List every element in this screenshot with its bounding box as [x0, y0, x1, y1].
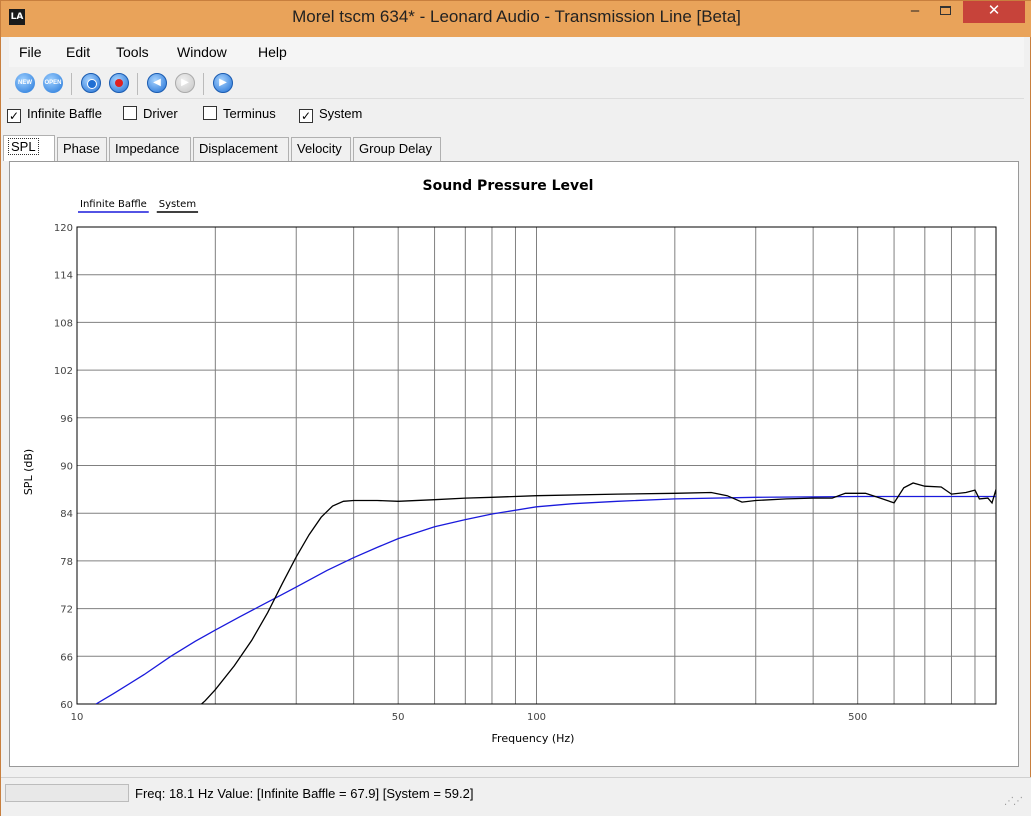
y-tick-label: 60 [60, 700, 73, 711]
x-axis-label: Frequency (Hz) [492, 732, 575, 745]
tab-phase-label: Phase [63, 141, 100, 156]
checkbox-terminus-box[interactable] [203, 106, 217, 120]
x-tick-labels: 10 50 100 500 [71, 712, 868, 723]
menu-bar: File Edit Tools Window Help [9, 37, 1024, 67]
checkbox-system[interactable]: ✓ System [299, 106, 362, 124]
checkbox-terminus-label: Terminus [223, 106, 276, 121]
y-axis-label: SPL (dB) [22, 449, 35, 495]
y-tick-label: 72 [60, 605, 73, 616]
legend: Infinite Baffle System [78, 199, 199, 213]
series-line-system [200, 482, 996, 704]
y-tick-label: 78 [60, 557, 73, 568]
y-tick-labels: 60 66 72 78 84 90 96 102 108 114 120 [54, 223, 73, 711]
x-tick-label: 500 [848, 712, 867, 723]
y-tick-label: 108 [54, 318, 73, 329]
toolbar-separator [137, 73, 138, 95]
maximize-icon [939, 6, 951, 15]
tab-group-delay-label: Group Delay [359, 141, 432, 156]
tab-phase[interactable]: Phase [57, 137, 107, 161]
checkbox-driver[interactable]: Driver [123, 106, 178, 124]
series-toggles: ✓ Infinite Baffle Driver Terminus ✓ System [1, 101, 1031, 129]
app-window: LA Morel tscm 634* - Leonard Audio - Tra… [0, 0, 1031, 816]
tab-group-delay[interactable]: Group Delay [353, 137, 441, 161]
checkbox-system-box[interactable]: ✓ [299, 109, 313, 123]
tab-displacement-label: Displacement [199, 141, 278, 156]
y-tick-label: 90 [60, 462, 73, 473]
checkbox-terminus[interactable]: Terminus [203, 106, 276, 124]
status-readout: Freq: 18.1 Hz Value: [Infinite Baffle = … [135, 786, 474, 801]
toolbar-separator [203, 73, 204, 95]
status-bar: Freq: 18.1 Hz Value: [Infinite Baffle = … [1, 777, 1031, 816]
progress-bar [5, 784, 129, 802]
checkbox-infinite-baffle-label: Infinite Baffle [27, 106, 102, 121]
resize-grip-icon[interactable]: ⋰⋰ [1004, 796, 1023, 807]
play-button[interactable]: ▶ [213, 73, 233, 93]
y-tick-label: 84 [60, 509, 73, 520]
series-line-infinite-baffle [95, 495, 996, 704]
minimize-button[interactable]: – [901, 1, 929, 23]
new-project-button[interactable]: NEW [15, 73, 35, 93]
next-button[interactable]: ▶ [175, 73, 195, 93]
menu-edit[interactable]: Edit [66, 44, 90, 60]
tab-spl-label: SPL [8, 138, 39, 155]
x-tick-label: 10 [71, 712, 84, 723]
legend-label: System [159, 199, 196, 210]
y-tick-label: 114 [54, 271, 73, 282]
chart-panel: 60 66 72 78 84 90 96 102 108 114 120 10 50 100 500 So… [9, 161, 1019, 767]
record-button[interactable] [109, 73, 129, 93]
menu-file[interactable]: File [19, 44, 42, 60]
x-tick-label: 50 [392, 712, 405, 723]
y-tick-label: 102 [54, 366, 73, 377]
window-title: Morel tscm 634* - Leonard Audio - Transm… [292, 7, 741, 26]
chart-title: Sound Pressure Level [423, 178, 594, 194]
tab-impedance-label: Impedance [115, 141, 180, 156]
checkbox-driver-label: Driver [143, 106, 178, 121]
maximize-button[interactable] [931, 1, 959, 23]
y-tick-label: 120 [54, 223, 73, 234]
spl-chart[interactable]: 60 66 72 78 84 90 96 102 108 114 120 10 50 100 500 So… [10, 162, 1018, 766]
tab-impedance[interactable]: Impedance [109, 137, 191, 161]
title-bar[interactable]: LA Morel tscm 634* - Leonard Audio - Tra… [1, 1, 1031, 37]
open-project-button[interactable]: OPEN [43, 73, 63, 93]
tab-velocity-label: Velocity [297, 141, 342, 156]
menu-tools[interactable]: Tools [116, 44, 149, 60]
tab-strip: SPL Phase Impedance Displacement Velocit… [1, 135, 1031, 161]
previous-button[interactable]: ◀ [147, 73, 167, 93]
tab-displacement[interactable]: Displacement [193, 137, 289, 161]
menu-window[interactable]: Window [177, 44, 227, 60]
y-tick-label: 96 [60, 414, 73, 425]
tab-spl[interactable]: SPL [3, 135, 55, 161]
checkbox-driver-box[interactable] [123, 106, 137, 120]
checkbox-system-label: System [319, 106, 363, 121]
legend-label: Infinite Baffle [80, 199, 147, 210]
tab-velocity[interactable]: Velocity [291, 137, 351, 161]
checkbox-infinite-baffle[interactable]: ✓ Infinite Baffle [7, 106, 102, 124]
x-tick-label: 100 [527, 712, 546, 723]
toolbar-separator [71, 73, 72, 95]
stop-button[interactable] [81, 73, 101, 93]
close-button[interactable]: ✕ [963, 1, 1025, 23]
toolbar: NEW OPEN ◀ ▶ ▶ [9, 67, 1024, 99]
series-lines [95, 482, 996, 704]
menu-help[interactable]: Help [258, 44, 287, 60]
y-tick-label: 66 [60, 652, 73, 663]
checkbox-infinite-baffle-box[interactable]: ✓ [7, 109, 21, 123]
